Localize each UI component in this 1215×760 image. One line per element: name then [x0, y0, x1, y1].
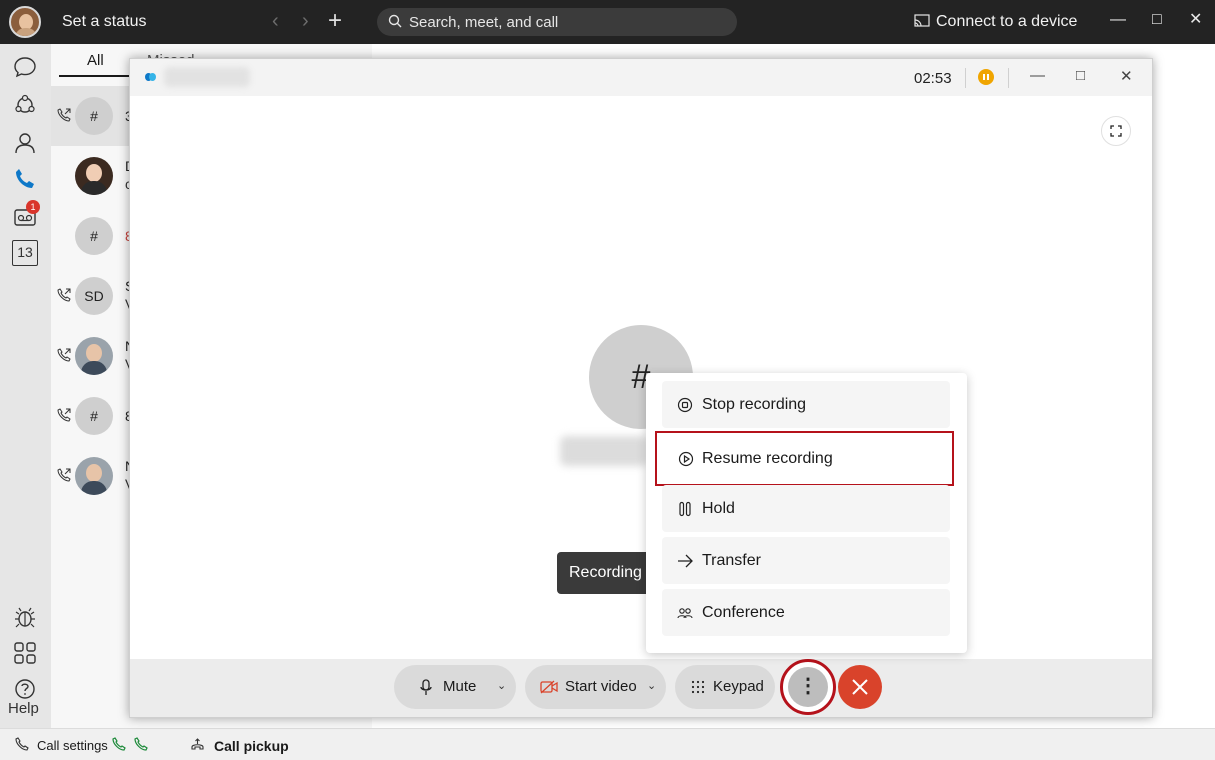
minimize-icon[interactable]: —: [1030, 67, 1045, 84]
resume-recording-menu-item[interactable]: Resume recording: [655, 431, 954, 486]
set-status-button[interactable]: Set a status: [62, 13, 147, 31]
play-circle-icon: [678, 451, 694, 467]
call-pickup-button[interactable]: Call pickup: [214, 738, 289, 754]
webex-logo-icon: [145, 73, 156, 81]
bug-icon[interactable]: [12, 604, 38, 630]
more-vertical-icon: ⋮: [788, 667, 828, 707]
left-nav-rail: 1 13 Help: [0, 44, 51, 728]
plus-icon[interactable]: +: [328, 8, 342, 34]
calling-icon[interactable]: [12, 166, 38, 192]
messaging-icon[interactable]: [12, 54, 38, 80]
microphone-icon: [420, 679, 432, 695]
avatar: #: [75, 217, 113, 255]
close-icon[interactable]: ✕: [1189, 10, 1202, 30]
avatar: #: [75, 97, 113, 135]
outgoing-call-icon: [57, 108, 71, 122]
maximize-icon[interactable]: □: [1076, 67, 1085, 84]
help-icon[interactable]: [12, 676, 38, 702]
stop-circle-icon: [677, 397, 693, 413]
call-settings-icon: [15, 737, 29, 751]
call-controls-bar: Mute ⌄ Start video ⌄ Keypad ⋮: [130, 659, 1152, 717]
call-window-titlebar: 02:53 — □ ✕: [130, 59, 1152, 96]
transfer-menu-item[interactable]: Transfer: [662, 537, 950, 584]
call-settings-button[interactable]: Call settings: [37, 738, 108, 753]
tab-all[interactable]: All: [87, 52, 104, 69]
end-call-button[interactable]: [838, 665, 882, 709]
search-bar[interactable]: Search, meet, and call: [377, 8, 737, 36]
calendar-icon[interactable]: 13: [12, 240, 38, 266]
teams-icon[interactable]: [12, 92, 38, 118]
bottom-status-bar: Call settings Call pickup: [0, 728, 1215, 760]
keypad-icon: [691, 680, 705, 694]
app-title-bar: Set a status ‹ › + Search, meet, and cal…: [0, 0, 1215, 44]
fullscreen-button[interactable]: [1101, 116, 1131, 146]
avatar: [75, 337, 113, 375]
stop-recording-menu-item[interactable]: Stop recording: [662, 381, 950, 428]
avatar: SD: [75, 277, 113, 315]
minimize-icon[interactable]: —: [1110, 10, 1126, 30]
search-placeholder: Search, meet, and call: [409, 14, 559, 31]
tab-all-underline: [59, 75, 129, 77]
cast-icon: [914, 14, 930, 27]
apps-icon[interactable]: [12, 640, 38, 666]
contacts-icon[interactable]: [12, 130, 38, 156]
avatar: #: [75, 397, 113, 435]
divider: [1008, 68, 1009, 88]
end-call-icon: [852, 679, 868, 695]
call-window: 02:53 — □ ✕ # Recording Mute ⌄ Start vid…: [129, 58, 1153, 718]
arrow-right-icon: [678, 554, 693, 568]
more-options-menu: Stop recording Resume recording Hold Tra…: [646, 373, 967, 653]
hold-icon: [679, 501, 691, 517]
divider: [965, 68, 966, 88]
recording-tooltip: Recording: [557, 552, 654, 594]
start-video-button[interactable]: Start video ⌄: [525, 665, 666, 709]
chevron-down-icon[interactable]: ⌄: [497, 679, 506, 692]
more-options-button[interactable]: ⋮: [780, 659, 836, 715]
outgoing-call-icon: [57, 348, 71, 362]
search-icon: [388, 14, 402, 28]
chevron-down-icon[interactable]: ⌄: [647, 679, 656, 692]
call-timer: 02:53: [914, 70, 952, 87]
maximize-icon[interactable]: □: [1152, 10, 1162, 30]
forward-call-icon[interactable]: [112, 737, 126, 751]
help-label[interactable]: Help: [8, 700, 39, 717]
outgoing-call-icon: [57, 468, 71, 482]
recording-paused-icon[interactable]: [978, 69, 994, 85]
forward-arrow-icon[interactable]: ›: [302, 10, 309, 32]
call-stage: # Recording: [137, 96, 1145, 659]
outgoing-call-icon: [57, 288, 71, 302]
hold-menu-item[interactable]: Hold: [662, 485, 950, 532]
caller-name-redacted: [164, 67, 250, 87]
caller-number-redacted: [560, 436, 648, 466]
back-arrow-icon[interactable]: ‹: [272, 10, 279, 32]
outgoing-call-icon: [57, 408, 71, 422]
avatar: [75, 457, 113, 495]
keypad-button[interactable]: Keypad: [675, 665, 775, 709]
call-waiting-icon[interactable]: [134, 737, 148, 751]
video-off-icon: [540, 680, 558, 694]
fullscreen-icon: [1110, 125, 1122, 137]
call-pickup-icon: [191, 738, 204, 750]
mute-button[interactable]: Mute ⌄: [394, 665, 516, 709]
user-avatar[interactable]: [9, 6, 41, 38]
avatar: [75, 157, 113, 195]
close-icon[interactable]: ✕: [1120, 67, 1133, 85]
conference-menu-item[interactable]: Conference: [662, 589, 950, 636]
people-icon: [677, 608, 693, 619]
voicemail-badge: 1: [26, 200, 40, 214]
